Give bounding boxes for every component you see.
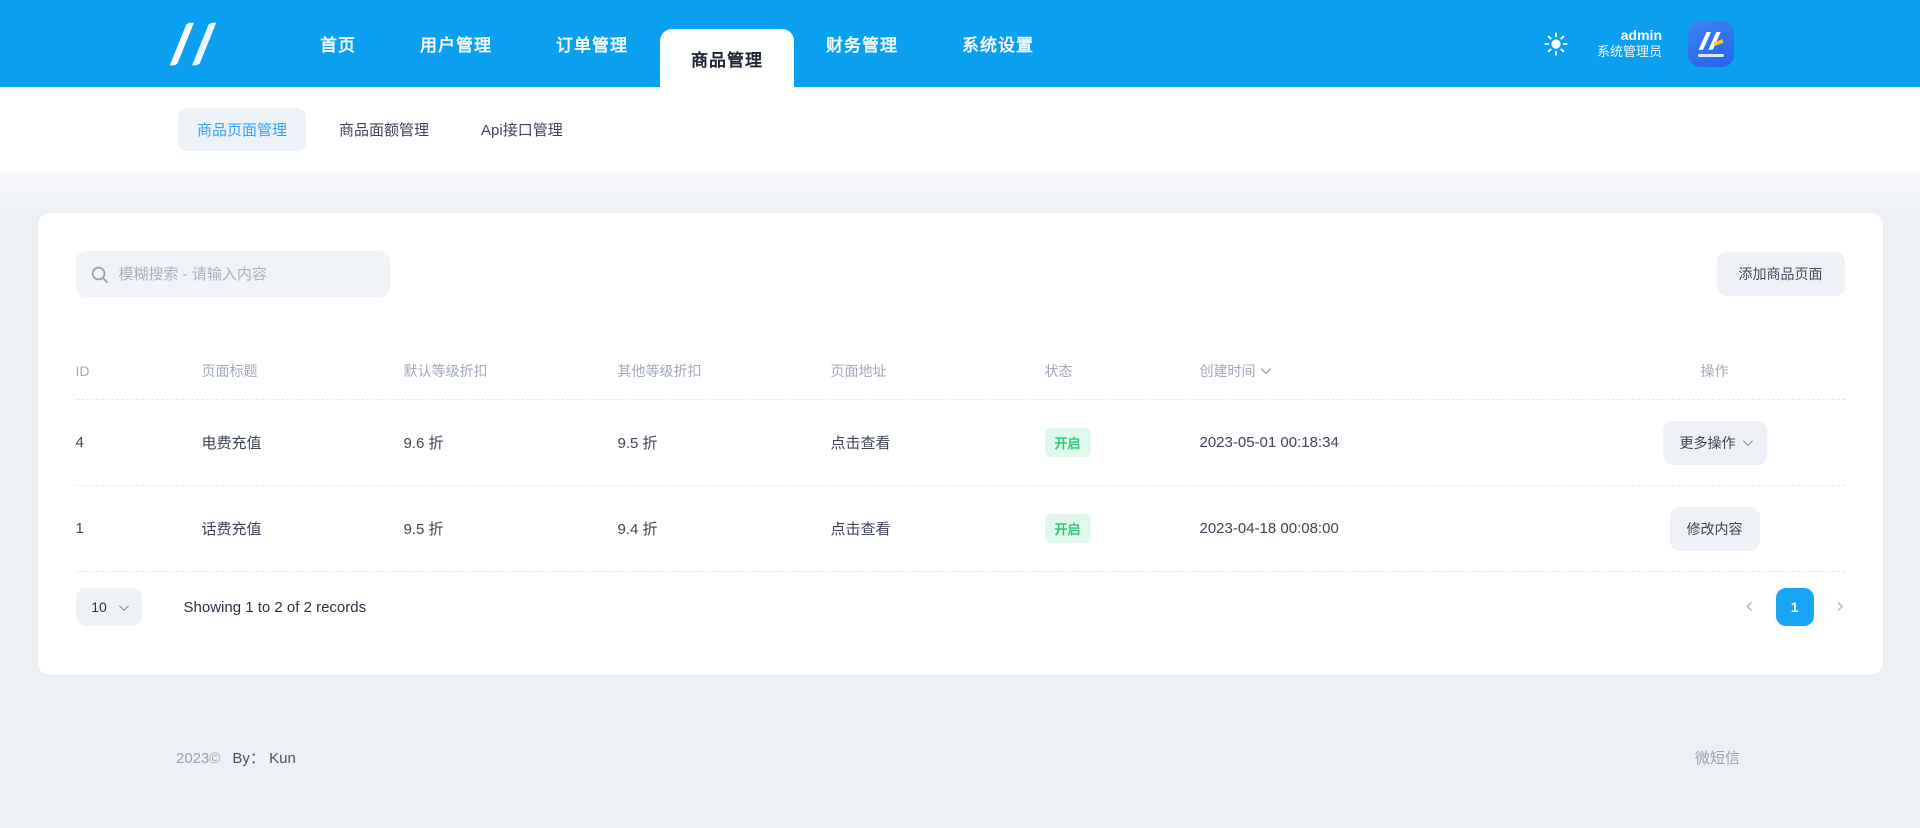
cell-title: 话费充值 [201, 521, 262, 538]
content-card: 添加商品页面 ID 页面标题 默认等级折扣 其他等级折扣 页面地址 状态 创建时… [37, 213, 1883, 675]
user-name: admin [1620, 26, 1662, 43]
more-actions-button[interactable]: 更多操作 [1662, 420, 1767, 465]
theme-toggle-sun-icon[interactable] [1541, 29, 1571, 59]
search-icon [91, 266, 108, 283]
top-header: 首页 用户管理 订单管理 商品管理 财务管理 系统设置 admin 系统管理员 [0, 0, 1920, 87]
subnav-fade [0, 171, 1920, 213]
toolbar: 添加商品页面 [75, 251, 1845, 297]
nav-item-settings[interactable]: 系统设置 [930, 0, 1066, 87]
pagination-bar: 10 Showing 1 to 2 of 2 records ‹ 1 › [75, 588, 1845, 626]
status-badge: 开启 [1044, 428, 1091, 457]
cell-status: 开启 [1044, 428, 1200, 457]
nav-item-finance[interactable]: 财务管理 [794, 0, 930, 87]
cell-id: 1 [75, 520, 84, 537]
col-status: 状态 [1044, 362, 1073, 379]
pagination-controls: ‹ 1 › [1745, 588, 1845, 626]
header-right: admin 系统管理员 [1541, 0, 1734, 87]
cell-actions: 更多操作 [1585, 420, 1845, 465]
search-input[interactable] [118, 265, 376, 283]
chevron-down-icon [118, 600, 129, 611]
cell-default-discount: 9.6 折 [403, 435, 444, 452]
col-created-at-sort[interactable]: 创建时间 [1200, 361, 1585, 381]
page-size-select[interactable]: 10 [75, 588, 142, 626]
table-header-row: ID 页面标题 默认等级折扣 其他等级折扣 页面地址 状态 创建时间 操作 [75, 342, 1845, 400]
subnav-tabs: 商品页面管理 商品面额管理 Api接口管理 [0, 87, 1920, 171]
col-created-at-label: 创建时间 [1199, 362, 1256, 379]
page-size-value: 10 [91, 599, 107, 615]
nav-item-products[interactable]: 商品管理 [660, 29, 794, 87]
col-title: 页面标题 [201, 362, 258, 379]
status-badge: 开启 [1044, 514, 1091, 543]
page-footer: 2023© By： Kun 微短信 [176, 747, 1740, 768]
products-table: ID 页面标题 默认等级折扣 其他等级折扣 页面地址 状态 创建时间 操作 4 … [75, 342, 1845, 572]
copyright-year: 2023© [176, 750, 221, 767]
user-info: admin 系统管理员 [1597, 27, 1662, 61]
edit-content-button[interactable]: 修改内容 [1669, 506, 1760, 551]
col-id: ID [75, 362, 90, 379]
tab-product-denominations[interactable]: 商品面额管理 [320, 108, 448, 151]
cell-page-link[interactable]: 点击查看 [831, 432, 1045, 453]
footer-author: By： Kun [232, 750, 296, 767]
page-number-button[interactable]: 1 [1775, 588, 1814, 626]
col-default-discount: 默认等级折扣 [403, 362, 488, 379]
nav-item-home[interactable]: 首页 [288, 0, 388, 87]
app-logo-icon[interactable] [158, 0, 228, 87]
pagination-summary: Showing 1 to 2 of 2 records [183, 598, 367, 616]
cell-actions: 修改内容 [1585, 506, 1845, 551]
cell-created-at: 2023-05-01 00:18:34 [1199, 434, 1339, 451]
footer-copyright: 2023© By： Kun [176, 747, 296, 768]
avatar[interactable] [1688, 20, 1734, 67]
cell-page-link[interactable]: 点击查看 [831, 518, 1045, 539]
prev-page-icon[interactable]: ‹ [1745, 596, 1754, 618]
col-page-link: 页面地址 [830, 362, 887, 379]
col-actions: 操作 [1700, 362, 1729, 379]
cell-default-discount: 9.5 折 [403, 521, 444, 538]
nav-item-users[interactable]: 用户管理 [388, 0, 524, 87]
search-box [75, 251, 390, 297]
chevron-down-icon [1742, 436, 1753, 447]
tab-api-management[interactable]: Api接口管理 [462, 108, 582, 151]
cell-id: 4 [75, 434, 84, 451]
tab-product-pages[interactable]: 商品页面管理 [178, 107, 307, 151]
cell-other-discount: 9.4 折 [617, 521, 658, 538]
col-other-discount: 其他等级折扣 [617, 362, 702, 379]
cell-title: 电费充值 [201, 435, 262, 452]
nav-item-orders[interactable]: 订单管理 [524, 0, 660, 87]
table-row: 4 电费充值 9.6 折 9.5 折 点击查看 开启 2023-05-01 00… [75, 400, 1845, 486]
footer-link[interactable]: 微短信 [1695, 747, 1740, 768]
main-nav: 首页 用户管理 订单管理 商品管理 财务管理 系统设置 [288, 0, 1066, 87]
cell-created-at: 2023-04-18 00:08:00 [1199, 520, 1339, 537]
sort-chevron-down-icon [1260, 364, 1271, 375]
table-row: 1 话费充值 9.5 折 9.4 折 点击查看 开启 2023-04-18 00… [75, 486, 1845, 572]
user-role: 系统管理员 [1596, 44, 1662, 60]
next-page-icon[interactable]: › [1836, 596, 1845, 618]
add-product-page-button[interactable]: 添加商品页面 [1716, 252, 1845, 296]
cell-other-discount: 9.5 折 [617, 435, 658, 452]
cell-status: 开启 [1044, 514, 1200, 543]
